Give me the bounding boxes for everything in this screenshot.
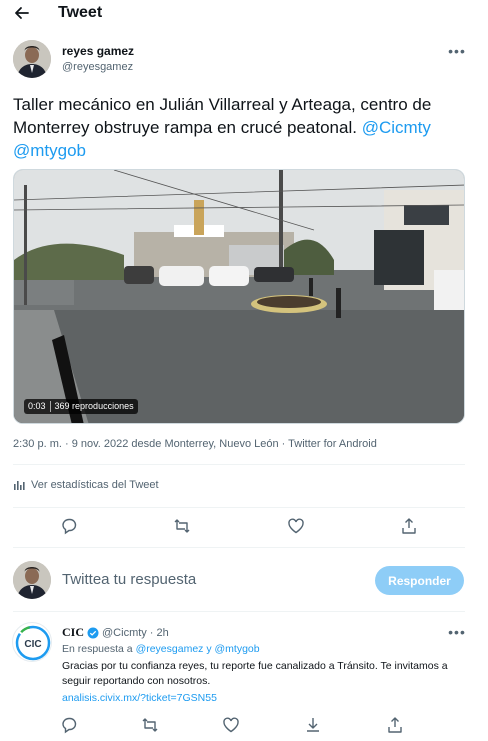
ticket-link[interactable]: analisis.civix.mx/?ticket=7GSN55	[62, 692, 217, 704]
stats-icon	[14, 481, 25, 490]
mention-link[interactable]: @mtygob	[13, 141, 86, 160]
reply-author-handle[interactable]: @Cicmty	[102, 627, 147, 639]
in-reply-to: En respuesta a @reyesgamez y @mtygob	[62, 643, 260, 655]
author-handle[interactable]: @reyesgamez	[62, 61, 133, 73]
reply-input[interactable]: Twittea tu respuesta	[62, 571, 196, 588]
reply-header: CIC @Cicmty · 2h	[62, 625, 169, 640]
tweet-timestamp[interactable]: 2:30 p. m. · 9 nov. 2022 desde Monterrey…	[13, 438, 377, 450]
divider	[13, 611, 465, 612]
in-reply-prefix: En respuesta a	[62, 643, 133, 655]
reply-icon[interactable]	[60, 517, 78, 535]
cic-logo-text: CIC	[24, 639, 41, 650]
like-icon[interactable]	[222, 716, 240, 734]
retweet-icon[interactable]	[173, 517, 191, 535]
reply-icon[interactable]	[60, 716, 78, 734]
reply-author-name[interactable]: CIC	[62, 625, 84, 640]
divider	[13, 507, 465, 508]
tweet-video[interactable]: 0:03 369 reproducciones	[13, 169, 465, 424]
author-name[interactable]: reyes gamez	[62, 44, 134, 58]
video-views: 369 reproducciones	[54, 401, 134, 411]
stats-label: Ver estadísticas del Tweet	[31, 479, 159, 491]
share-icon[interactable]	[400, 517, 418, 535]
author-avatar[interactable]	[13, 40, 51, 78]
reply-time[interactable]: · 2h	[150, 627, 169, 639]
tweet-text: Taller mecánico en Julián Villarreal y A…	[13, 93, 473, 162]
top-bar: Tweet	[0, 0, 488, 26]
like-icon[interactable]	[287, 517, 305, 535]
divider	[13, 464, 465, 465]
user-avatar[interactable]	[13, 561, 51, 599]
mention-link[interactable]: @Cicmty	[362, 118, 431, 137]
retweet-icon[interactable]	[141, 716, 159, 734]
video-badge: 0:03 369 reproducciones	[24, 399, 138, 414]
street-scene-image	[14, 170, 464, 423]
reply-button[interactable]: Responder	[375, 566, 464, 595]
cic-avatar[interactable]: CIC	[12, 622, 52, 662]
in-reply-mentions[interactable]: @reyesgamez y @mtygob	[136, 643, 260, 655]
share-icon[interactable]	[386, 716, 404, 734]
view-stats-link[interactable]: Ver estadísticas del Tweet	[13, 479, 159, 491]
arrow-left-icon[interactable]	[12, 3, 32, 23]
more-options-icon[interactable]: •••	[448, 624, 465, 640]
divider	[13, 547, 465, 548]
download-icon[interactable]	[304, 716, 322, 734]
verified-badge-icon	[87, 627, 99, 638]
page-title: Tweet	[58, 4, 103, 21]
reply-text: Gracias por tu confianza reyes, tu repor…	[62, 660, 448, 687]
video-time: 0:03	[28, 401, 46, 411]
more-options-icon[interactable]: •••	[448, 43, 465, 59]
